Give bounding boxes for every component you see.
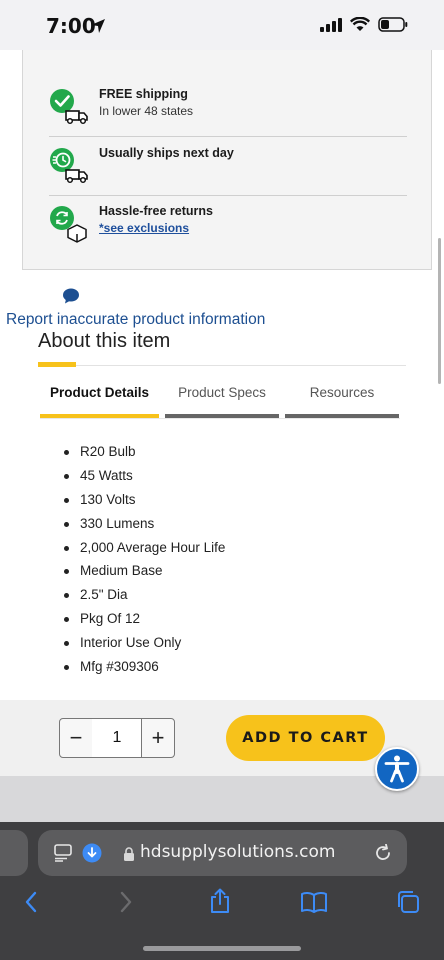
list-item: 45 Watts xyxy=(64,464,225,488)
report-inaccurate-info-link[interactable]: Report inaccurate product information xyxy=(6,311,265,329)
bookmarks-icon[interactable] xyxy=(300,891,328,913)
list-item: 2,000 Average Hour Life xyxy=(64,536,225,560)
quantity-increase-button[interactable]: + xyxy=(141,719,174,757)
download-icon[interactable] xyxy=(82,843,102,863)
forward-icon[interactable] xyxy=(119,891,133,913)
list-item: Pkg Of 12 xyxy=(64,607,225,631)
battery-icon xyxy=(378,17,408,32)
list-item: 2.5" Dia xyxy=(64,583,225,607)
list-item: 130 Volts xyxy=(64,488,225,512)
product-tabs: Product Details Product Specs Resources xyxy=(40,382,400,418)
list-item: R20 Bulb xyxy=(64,440,225,464)
url-text: hdsupplysolutions.com xyxy=(140,842,336,862)
reload-icon[interactable] xyxy=(374,844,392,862)
see-exclusions-link[interactable]: *see exclusions xyxy=(99,221,189,235)
back-icon[interactable] xyxy=(24,891,38,913)
previous-tab-address-bar[interactable] xyxy=(0,830,28,876)
about-title-accent xyxy=(38,362,76,367)
accessibility-icon xyxy=(384,755,410,783)
address-bar[interactable]: hdsupplysolutions.com xyxy=(38,830,407,876)
tab-label: Resources xyxy=(309,385,375,400)
tabs-baseline xyxy=(40,418,400,419)
status-icons xyxy=(320,17,408,32)
returns-box-icon xyxy=(50,206,87,243)
tab-label: Product Specs xyxy=(178,385,266,400)
lock-icon xyxy=(124,847,134,861)
list-item: Interior Use Only xyxy=(64,631,225,655)
tabs-icon[interactable] xyxy=(396,890,420,914)
add-to-cart-button[interactable]: ADD TO CART xyxy=(226,715,385,761)
quantity-decrease-button[interactable]: − xyxy=(60,719,93,757)
feature-title: Usually ships next day xyxy=(99,146,234,160)
page-scrollbar[interactable] xyxy=(438,238,441,384)
wifi-icon xyxy=(350,17,370,31)
divider xyxy=(49,136,407,137)
home-indicator xyxy=(143,946,301,951)
location-arrow-icon xyxy=(91,19,105,33)
fast-shipping-clock-truck-icon xyxy=(50,148,88,184)
browser-toolbar: hdsupplysolutions.com xyxy=(0,822,444,960)
speech-bubble-icon xyxy=(63,288,79,304)
tab-product-details[interactable]: Product Details xyxy=(40,382,159,418)
share-icon[interactable] xyxy=(209,888,231,914)
free-shipping-truck-icon xyxy=(50,89,88,125)
about-section-title: About this item xyxy=(38,330,171,352)
status-time: 7:00 xyxy=(46,14,96,38)
shipping-features-card: FREE shipping In lower 48 states Usually… xyxy=(22,50,432,270)
list-item: Medium Base xyxy=(64,559,225,583)
feature-title: Hassle-free returns xyxy=(99,204,213,218)
quantity-stepper: − 1 + xyxy=(59,718,175,758)
about-title-underline xyxy=(38,365,406,366)
tab-label: Product Details xyxy=(49,385,150,400)
feature-subtitle: In lower 48 states xyxy=(99,104,194,118)
browser-nav-row xyxy=(0,886,444,920)
product-page: FREE shipping In lower 48 states Usually… xyxy=(0,50,444,700)
feature-title: FREE shipping xyxy=(99,87,188,101)
divider xyxy=(49,195,407,196)
tab-product-specs[interactable]: Product Specs xyxy=(165,382,279,418)
accessibility-button[interactable] xyxy=(375,747,419,791)
status-bar: 7:00 xyxy=(0,0,444,50)
list-item: Mfg #309306 xyxy=(64,655,225,679)
tab-resources[interactable]: Resources xyxy=(285,382,399,418)
page-menu-icon[interactable] xyxy=(54,844,72,862)
quantity-input[interactable]: 1 xyxy=(92,719,142,757)
list-item: 330 Lumens xyxy=(64,512,225,536)
cellular-signal-icon xyxy=(320,17,342,32)
product-details-list: R20 Bulb 45 Watts 130 Volts 330 Lumens 2… xyxy=(64,440,225,679)
